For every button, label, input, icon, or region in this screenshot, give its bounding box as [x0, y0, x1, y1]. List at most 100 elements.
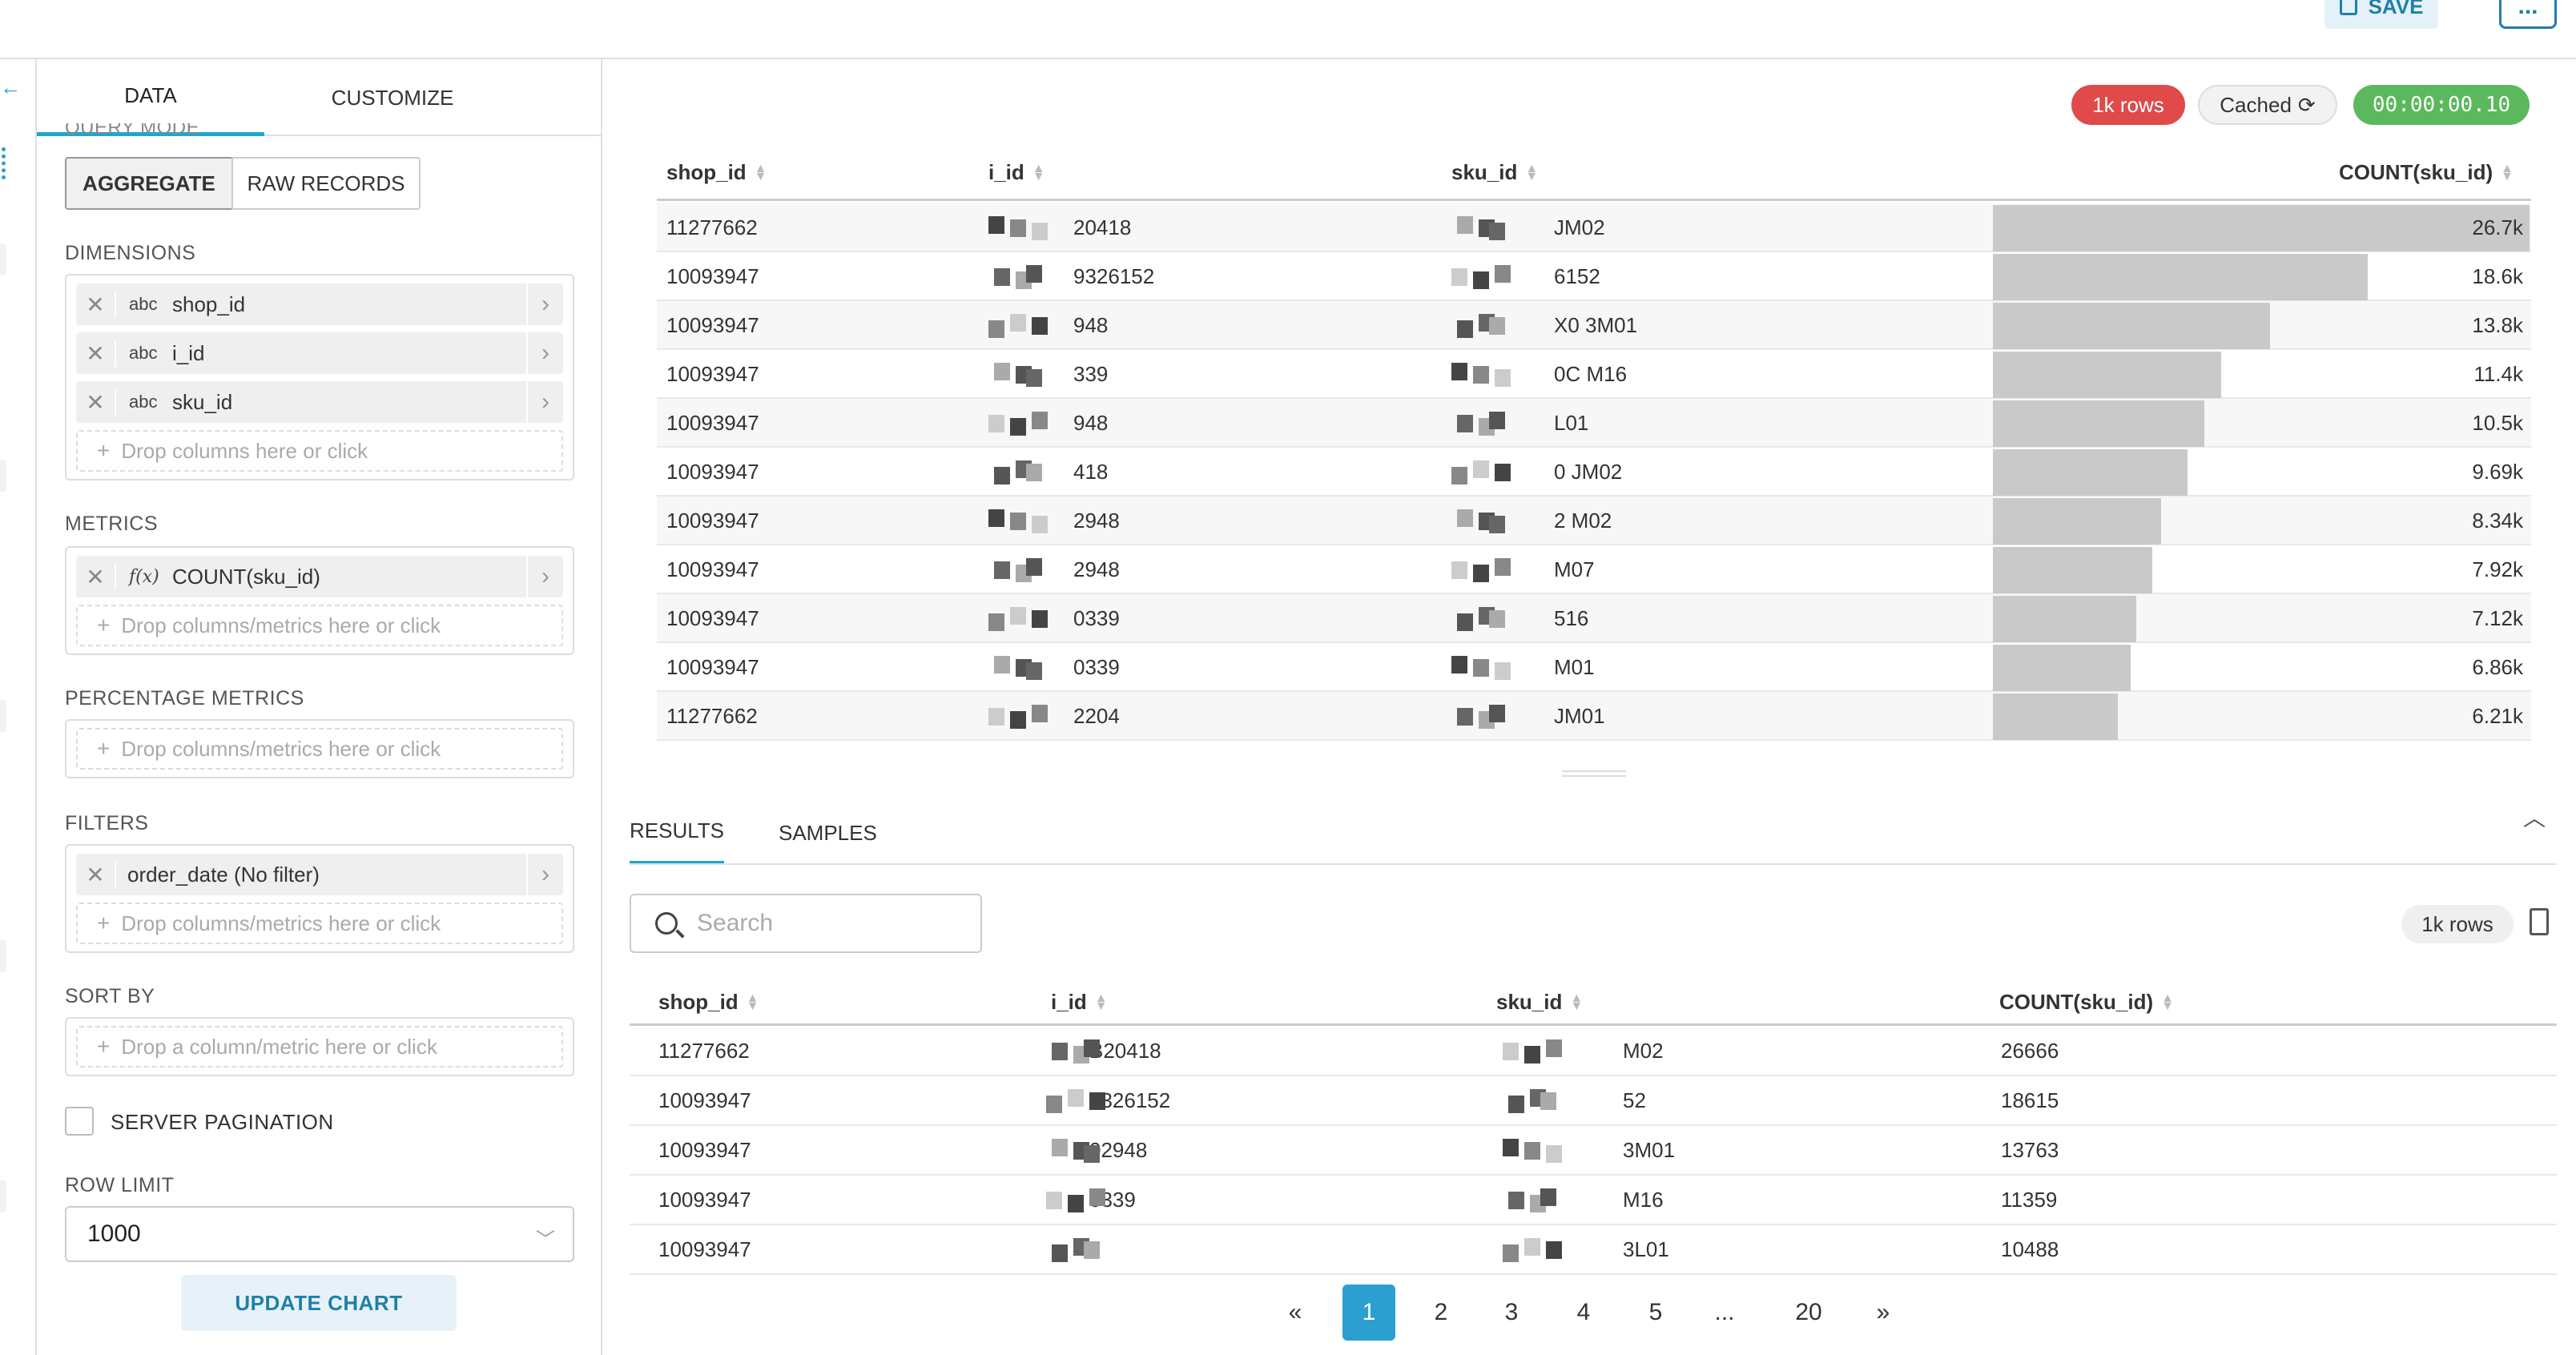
table-row[interactable]: 10093947 948 X0 3M01 13.8k [657, 301, 2531, 350]
filter-chip[interactable]: ✕ order_date (No filter) › [76, 854, 563, 895]
remove-icon[interactable]: ✕ [76, 291, 116, 318]
search-input[interactable]: Search [630, 894, 982, 953]
redacted-block [1495, 558, 1511, 576]
plus-icon: + [97, 438, 111, 463]
results-header-count[interactable]: COUNT(sku_id) ▲ ▼ [1999, 990, 2174, 1015]
table-row[interactable]: 10093947 9326152 52 18615 [630, 1076, 2557, 1126]
table-row[interactable]: 10093947 0339 516 7.12k [657, 594, 2531, 643]
page-3[interactable]: 3 [1485, 1285, 1538, 1341]
dimension-chip[interactable]: ✕ abc i_id › [76, 332, 563, 374]
save-icon [2339, 0, 2357, 15]
server-pagination-checkbox[interactable] [65, 1107, 94, 1136]
chevron-right-icon[interactable]: › [526, 283, 563, 325]
table-row[interactable]: 10093947 2948 M07 7.92k [657, 545, 2531, 594]
table-row[interactable]: 10093947 339 0C M16 11.4k [657, 350, 2531, 399]
count-cell: 11359 [2001, 1188, 2058, 1212]
page-2[interactable]: 2 [1415, 1285, 1467, 1341]
more-options-button[interactable]: ... [2499, 0, 2557, 29]
table-row[interactable]: 10093947 418 0 JM02 9.69k [657, 448, 2531, 497]
results-header-shop-id[interactable]: shop_id ▲ ▼ [658, 990, 759, 1015]
metric-chip[interactable]: ✕ f(x) COUNT(sku_id) › [76, 556, 563, 597]
copy-icon[interactable] [2530, 908, 2549, 935]
save-button[interactable]: SAVE [2324, 0, 2438, 29]
redacted-block [1457, 509, 1473, 527]
count-cell: 13763 [2001, 1138, 2059, 1162]
row-limit-select[interactable]: 1000 ﹀ [65, 1206, 574, 1262]
column-header-shop-id[interactable]: shop_id ▲ ▼ [666, 160, 767, 185]
results-header-i-id[interactable]: i_id ▲ ▼ [1051, 990, 1108, 1015]
collapse-arrow-icon[interactable]: ← [0, 75, 21, 99]
update-chart-button[interactable]: UPDATE CHART [181, 1275, 457, 1331]
aggregate-button[interactable]: AGGREGATE [65, 157, 233, 210]
sort-by-drop-zone[interactable]: + Drop a column/metric here or click [76, 1026, 563, 1068]
sku-id-cell: JM02 [1554, 215, 1605, 239]
resize-handle[interactable] [1562, 770, 1626, 777]
page-1[interactable]: 1 [1342, 1285, 1395, 1341]
sku-id-cell: 3L01 [1623, 1237, 1669, 1261]
chevron-right-icon[interactable]: › [526, 381, 563, 423]
sort-icon: ▲ ▼ [2501, 161, 2514, 183]
dimension-chip[interactable]: ✕ abc sku_id › [76, 381, 563, 423]
table-row[interactable]: 11277662 20418 JM02 26.7k [657, 203, 2531, 252]
chevron-right-icon[interactable]: › [526, 332, 563, 374]
table-row[interactable]: 10093947 2948 2 M02 8.34k [657, 497, 2531, 545]
redacted-block [1489, 610, 1505, 628]
table-row[interactable]: 10093947 02948 3M01 13763 [630, 1126, 2557, 1176]
table-row[interactable]: 11277662 2204 JM01 6.21k [657, 692, 2531, 741]
page-4[interactable]: 4 [1557, 1285, 1610, 1341]
table-row[interactable]: 10093947 9326152 6152 18.6k [657, 252, 2531, 301]
redacted-block [994, 561, 1010, 579]
table-row[interactable]: 10093947 0339 M01 6.86k [657, 643, 2531, 692]
chevron-right-icon[interactable]: › [526, 556, 563, 597]
header-label: COUNT(sku_id) [1999, 990, 2154, 1014]
metrics-drop-zone[interactable]: + Drop columns/metrics here or click [76, 605, 563, 646]
gutter-mark [0, 940, 6, 972]
tab-results[interactable]: RESULTS [630, 801, 724, 865]
i-id-cell: 339 [1073, 362, 1109, 386]
remove-icon[interactable]: ✕ [76, 563, 116, 590]
metrics-label: METRICS [65, 513, 158, 535]
sku-id-cell: 6152 [1554, 264, 1600, 288]
table-row[interactable]: 10093947 0339 M16 11359 [630, 1176, 2557, 1225]
percentage-metrics-drop-zone[interactable]: + Drop columns/metrics here or click [76, 728, 563, 770]
page-next[interactable]: » [1857, 1285, 1910, 1341]
collapse-up-icon[interactable]: ︿ [2523, 801, 2546, 833]
column-header-count[interactable]: COUNT(sku_id) ▲ ▼ [2339, 160, 2514, 185]
cached-label: Cached [2220, 92, 2292, 117]
control-panel: DATA CUSTOMIZE QUERY MODE AGGREGATE RAW … [37, 59, 602, 1355]
page-20[interactable]: 20 [1778, 1285, 1839, 1341]
tab-samples[interactable]: SAMPLES [779, 801, 877, 865]
remove-icon[interactable]: ✕ [76, 340, 116, 367]
count-cell: 7.12k [2472, 606, 2523, 630]
dimensions-drop-zone[interactable]: + Drop columns here or click [76, 430, 563, 472]
header-label: shop_id [666, 160, 747, 184]
remove-icon[interactable]: ✕ [76, 388, 116, 416]
results-header-sku-id[interactable]: sku_id ▲ ▼ [1496, 990, 1583, 1015]
count-bar [1993, 645, 2131, 691]
redacted-block [1032, 610, 1048, 628]
column-header-i-id[interactable]: i_id ▲ ▼ [988, 160, 1045, 185]
raw-records-button[interactable]: RAW RECORDS [231, 157, 421, 210]
column-header-sku-id[interactable]: sku_id ▲ ▼ [1451, 160, 1538, 185]
shop-id-cell: 10093947 [666, 606, 759, 630]
page-prev[interactable]: « [1269, 1285, 1322, 1341]
table-row[interactable]: 10093947 948 L01 10.5k [657, 399, 2531, 448]
redacted-block [1546, 1145, 1562, 1163]
table-row[interactable]: 10093947 3L01 10488 [630, 1225, 2557, 1275]
count-bar [1993, 547, 2152, 593]
redacted-block [988, 509, 1004, 527]
chevron-right-icon[interactable]: › [526, 854, 563, 895]
redacted-block [988, 216, 1004, 234]
page-...[interactable]: ... [1698, 1285, 1751, 1341]
tab-customize[interactable]: CUSTOMIZE [264, 59, 521, 136]
filters-drop-zone[interactable]: + Drop columns/metrics here or click [76, 903, 563, 944]
page-5[interactable]: 5 [1629, 1285, 1682, 1341]
table-row[interactable]: 11277662 B20418 M02 26666 [630, 1027, 2557, 1076]
results-rows-badge: 1k rows [2401, 905, 2514, 943]
cached-badge[interactable]: Cached ⟳ [2198, 85, 2337, 125]
redacted-block [994, 268, 1010, 286]
nav-dots-icon[interactable] [2, 147, 6, 179]
remove-icon[interactable]: ✕ [76, 861, 116, 888]
redacted-block [1473, 659, 1489, 677]
dimension-chip[interactable]: ✕ abc shop_id › [76, 283, 563, 325]
